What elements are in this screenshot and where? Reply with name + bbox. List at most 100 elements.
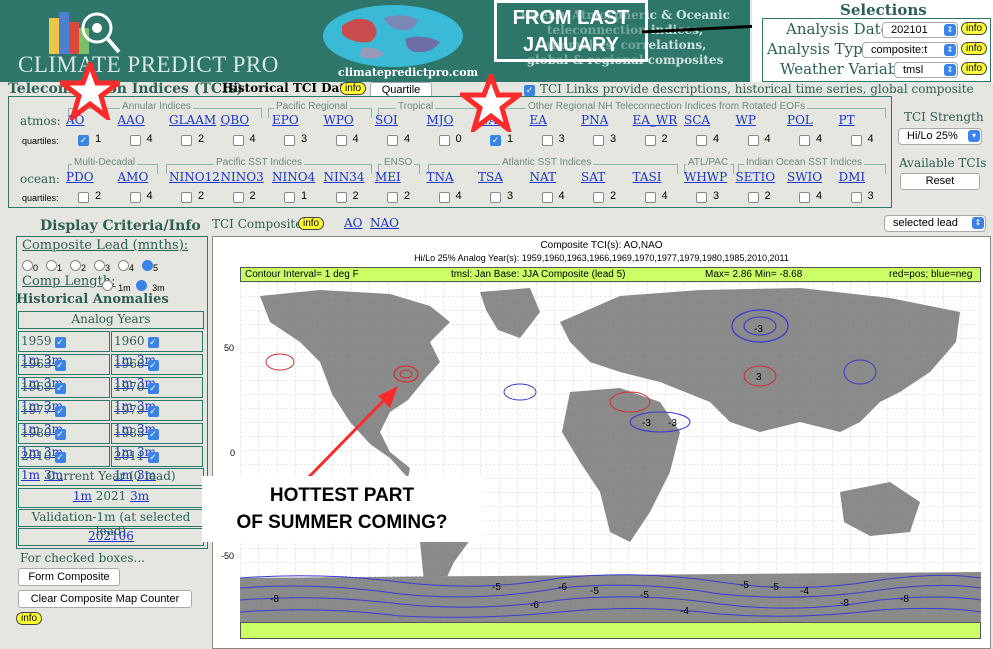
info-button[interactable]: info <box>961 62 988 75</box>
analog-year-checkbox[interactable]: ✓ <box>54 383 66 394</box>
tci-link-aao[interactable]: AAO <box>118 113 145 127</box>
tci-link-tsa[interactable]: TSA <box>478 170 503 184</box>
radio-button[interactable] <box>102 280 113 291</box>
tci-checkbox[interactable] <box>747 135 759 146</box>
tci-checkbox[interactable] <box>78 192 89 203</box>
radio-button[interactable] <box>22 260 33 271</box>
form-composite-button[interactable]: Form Composite <box>18 568 120 586</box>
analog-year-checkbox[interactable]: ✓ <box>147 452 159 463</box>
info-button[interactable]: info <box>16 612 43 625</box>
tci-link-glaam[interactable]: GLAAM <box>169 113 216 127</box>
tci-checkbox[interactable] <box>644 135 656 146</box>
tci-link-amo[interactable]: AMO <box>118 170 149 184</box>
tci-link-pdo[interactable]: PDO <box>66 170 94 184</box>
tci-checkbox[interactable] <box>232 192 244 203</box>
tci-checkbox[interactable] <box>799 192 810 203</box>
tci-checkbox[interactable] <box>593 192 604 203</box>
lead-option[interactable]: 2 <box>70 256 86 275</box>
tci-link-setio[interactable]: SETIO <box>736 170 776 184</box>
tci-checkbox[interactable] <box>644 192 656 203</box>
tci-checkbox[interactable] <box>541 192 553 203</box>
tci-link-dmi[interactable]: DMI <box>839 170 866 184</box>
radio-button[interactable] <box>94 260 105 271</box>
current-1m-link[interactable]: 1m <box>73 489 92 503</box>
clear-composite-counter-button[interactable]: Clear Composite Map Counter <box>18 590 192 608</box>
analysis-date-select[interactable]: 202101 ⇕ <box>882 22 958 38</box>
tci-checkbox[interactable] <box>593 135 604 146</box>
analog-year-checkbox[interactable]: ✓ <box>147 360 159 371</box>
tci-checkbox[interactable] <box>696 135 707 146</box>
tci-link-epo[interactable]: EPO <box>272 113 299 127</box>
weather-variable-select[interactable]: tmsl ⇕ <box>894 62 958 78</box>
analog-year-checkbox[interactable]: ✓ <box>54 337 66 348</box>
tci-link-mei[interactable]: MEI <box>375 170 401 184</box>
tci-checkbox[interactable] <box>850 135 862 146</box>
lead-select[interactable]: selected lead ⇕ <box>884 215 986 232</box>
tci-checkbox[interactable] <box>696 192 707 203</box>
tci-checkbox[interactable] <box>284 192 295 203</box>
tci-link-mjo[interactable]: MJO <box>427 113 454 127</box>
tci-checkbox[interactable] <box>335 135 347 146</box>
analog-year-checkbox[interactable]: ✓ <box>54 429 66 440</box>
tci-strength-select[interactable]: Hi/Lo 25% ▾ <box>898 128 982 145</box>
tci-link-sat[interactable]: SAT <box>581 170 605 184</box>
tci-checkbox[interactable] <box>438 135 450 146</box>
tci-link-ea_wr[interactable]: EA_WR <box>633 113 678 127</box>
tci-checkbox[interactable] <box>541 135 553 146</box>
analog-year-checkbox[interactable]: ✓ <box>147 383 159 394</box>
tci-checkbox[interactable]: ✓ <box>490 135 501 146</box>
tci-checkbox[interactable]: ✓ <box>78 135 89 146</box>
info-button[interactable]: info <box>340 82 367 95</box>
radio-button[interactable] <box>70 260 81 271</box>
tci-links-checkbox[interactable]: ✓ <box>524 85 535 96</box>
current-3m-link[interactable]: 3m <box>130 489 149 503</box>
radio-button[interactable] <box>46 260 57 271</box>
lead-option[interactable]: 5 <box>142 256 158 275</box>
tci-link-pt[interactable]: PT <box>839 113 855 127</box>
tci-link-sca[interactable]: SCA <box>684 113 710 127</box>
tci-link-whwp[interactable]: WHWP <box>684 170 727 184</box>
radio-button[interactable] <box>142 260 153 271</box>
tci-checkbox[interactable] <box>387 192 398 203</box>
lead-option[interactable]: 0 <box>22 256 38 275</box>
tci-checkbox[interactable] <box>490 192 501 203</box>
tci-link-ea[interactable]: EA <box>530 113 547 127</box>
analog-year-checkbox[interactable]: ✓ <box>54 360 66 371</box>
tci-checkbox[interactable] <box>850 192 862 203</box>
info-button[interactable]: info <box>961 22 988 35</box>
lead-option[interactable]: 3 <box>94 256 110 275</box>
composite-link-ao[interactable]: AO <box>344 216 363 230</box>
tci-checkbox[interactable] <box>747 192 759 203</box>
tci-checkbox[interactable] <box>181 192 192 203</box>
analog-year-checkbox[interactable]: ✓ <box>147 406 159 417</box>
tci-link-qbo[interactable]: QBO <box>221 113 250 127</box>
info-button[interactable]: info <box>961 42 988 55</box>
composite-lead-label[interactable]: Composite Lead (mnths): <box>22 238 188 253</box>
tci-link-nino4[interactable]: NINO4 <box>272 170 315 184</box>
tci-checkbox[interactable] <box>799 135 810 146</box>
tci-link-swio[interactable]: SWIO <box>787 170 822 184</box>
tci-checkbox[interactable] <box>438 192 450 203</box>
radio-button[interactable] <box>118 260 129 271</box>
tci-checkbox[interactable] <box>129 192 141 203</box>
info-button[interactable]: info <box>298 217 325 230</box>
lead-option[interactable]: 4 <box>118 256 134 275</box>
tci-link-nin34[interactable]: NIN34 <box>324 170 365 184</box>
lead-option[interactable]: 1 <box>46 256 62 275</box>
tci-checkbox[interactable] <box>232 135 244 146</box>
radio-button[interactable] <box>136 280 147 291</box>
tci-checkbox[interactable] <box>284 135 295 146</box>
tci-link-pna[interactable]: PNA <box>581 113 608 127</box>
tci-link-wp[interactable]: WP <box>736 113 756 127</box>
analog-year-checkbox[interactable]: ✓ <box>147 429 159 440</box>
tci-link-nino12[interactable]: NINO12 <box>169 170 220 184</box>
tci-checkbox[interactable] <box>129 135 141 146</box>
tci-link-wpo[interactable]: WPO <box>324 113 354 127</box>
site-url[interactable]: climatepredictpro.com <box>338 66 478 79</box>
analog-year-checkbox[interactable]: ✓ <box>54 452 66 463</box>
analog-year-checkbox[interactable]: ✓ <box>54 406 66 417</box>
tci-checkbox[interactable] <box>335 192 347 203</box>
tci-link-tasi[interactable]: TASI <box>633 170 662 184</box>
analysis-type-select[interactable]: composite:t ⇕ <box>862 42 958 58</box>
reset-button[interactable]: Reset <box>900 173 980 190</box>
